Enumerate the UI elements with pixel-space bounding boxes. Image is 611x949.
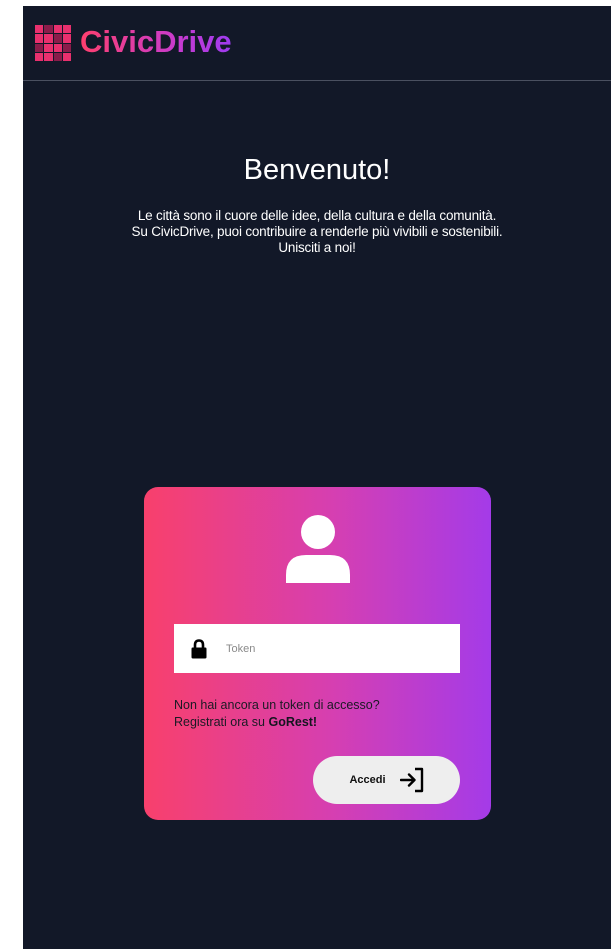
login-button[interactable]: Accedi — [313, 756, 460, 804]
hint-line-2: Registrati ora su GoRest! — [174, 714, 474, 731]
welcome-line-3: Unisciti a noi! — [278, 240, 356, 255]
token-field[interactable] — [174, 624, 460, 673]
user-icon — [286, 515, 350, 583]
register-hint: Non hai ancora un token di accesso? Regi… — [174, 697, 474, 731]
welcome-text: Le città sono il cuore delle idee, della… — [23, 208, 611, 256]
gorest-link[interactable]: GoRest! — [268, 715, 317, 729]
app-window: CivicDrive Benvenuto! Le città sono il c… — [23, 6, 611, 949]
login-card: Non hai ancora un token di accesso? Regi… — [144, 487, 491, 820]
hint-line-2-prefix: Registrati ora su — [174, 715, 269, 729]
navbar: CivicDrive — [23, 6, 611, 81]
login-arrow-icon — [399, 767, 423, 793]
puzzle-logo-icon[interactable] — [35, 25, 71, 61]
token-input[interactable] — [223, 628, 446, 669]
page-title: Benvenuto! — [243, 154, 391, 186]
welcome-line-2: Su CivicDrive, puoi contribuire a render… — [131, 224, 503, 239]
hint-line-1: Non hai ancora un token di accesso? — [174, 698, 380, 712]
welcome-line-1: Le città sono il cuore delle idee, della… — [137, 208, 497, 223]
lock-icon — [174, 624, 223, 673]
brand-name[interactable]: CivicDrive — [80, 24, 232, 60]
login-button-label: Accedi — [349, 774, 386, 786]
